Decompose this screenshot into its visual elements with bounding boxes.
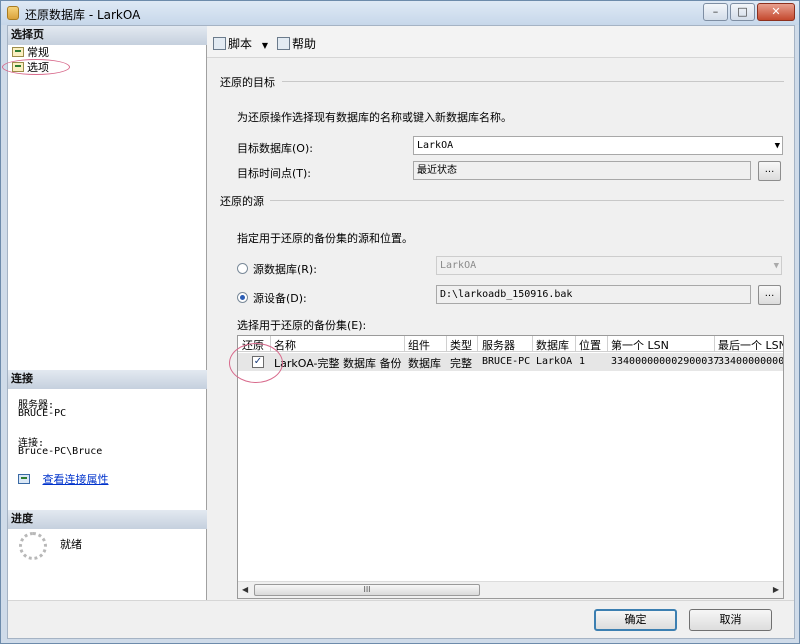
target-db-dropdown[interactable]: LarkOA ▼	[413, 136, 783, 155]
scroll-right-icon[interactable]: ▶	[773, 585, 779, 594]
col-header-last-lsn[interactable]: 最后一个 LSN	[718, 337, 783, 353]
button-bar: 确定 取消	[8, 600, 794, 638]
database-icon	[7, 6, 19, 20]
col-separator	[714, 336, 715, 352]
script-button[interactable]: 脚本 ▼	[213, 35, 268, 52]
chevron-down-icon: ▼	[774, 141, 780, 151]
target-time-label: 目标时间点(T):	[237, 167, 312, 180]
property-page-icon	[12, 47, 24, 57]
backup-sets-label: 选择用于还原的备份集(E):	[237, 319, 367, 332]
target-time-field: 最近状态	[413, 161, 751, 180]
connection-header: 连接	[8, 370, 207, 389]
restore-database-window: 还原数据库 - LarkOA – □ ✕ 选择页 常规 选项 连接 服务器: B…	[0, 0, 800, 644]
col-separator	[404, 336, 405, 352]
col-header-component[interactable]: 组件	[408, 337, 430, 353]
progress-status: 就绪	[60, 538, 82, 551]
source-db-label: 源数据库(R):	[253, 263, 317, 276]
source-group-divider	[270, 200, 784, 201]
source-db-radio[interactable]	[237, 263, 248, 274]
source-device-radio[interactable]	[237, 292, 248, 303]
cancel-button[interactable]: 取消	[689, 609, 772, 631]
progress-spinner-icon	[19, 532, 47, 560]
source-db-dropdown[interactable]: LarkOA ▼	[436, 256, 782, 275]
view-connection-link[interactable]: 查看连接属性	[43, 473, 109, 486]
server-value: BRUCE-PC	[18, 408, 67, 419]
target-group-divider	[282, 81, 784, 82]
cell-component: 数据库	[408, 357, 441, 370]
toolbar: 脚本 ▼ 帮助	[207, 26, 794, 58]
close-button[interactable]: ✕	[757, 3, 795, 21]
cell-last-lsn: 334000000004	[718, 356, 784, 367]
connection-value: Bruce-PC\Bruce	[18, 446, 103, 457]
source-db-value: LarkOA	[440, 260, 477, 271]
col-separator	[532, 336, 533, 352]
script-label: 脚本	[228, 37, 253, 51]
left-pane: 选择页 常规 选项 连接 服务器: BRUCE-PC 连接: Bruce-PC\…	[2, 26, 207, 600]
col-header-database[interactable]: 数据库	[536, 337, 569, 353]
scrollbar-thumb[interactable]: III	[254, 584, 480, 596]
chevron-down-icon[interactable]: ▼	[262, 41, 268, 50]
cell-type: 完整	[450, 357, 472, 370]
cell-name: LarkOA-完整 数据库 备份	[274, 357, 402, 370]
dialog-client: 选择页 常规 选项 连接 服务器: BRUCE-PC 连接: Bruce-PC\…	[2, 25, 795, 639]
progress-header: 进度	[8, 510, 207, 529]
col-header-type[interactable]: 类型	[450, 337, 472, 353]
help-button[interactable]: 帮助	[277, 35, 316, 52]
target-group-label: 还原的目标	[220, 76, 275, 89]
maximize-button[interactable]: □	[730, 3, 755, 21]
title-bar[interactable]: 还原数据库 - LarkOA – □ ✕	[1, 1, 799, 25]
right-pane: 脚本 ▼ 帮助 还原的目标 为还原操作选择现有数据库的名称或键入新数据库名称。 …	[207, 26, 794, 600]
col-header-server[interactable]: 服务器	[482, 337, 515, 353]
cell-server: BRUCE-PC	[482, 356, 531, 367]
horizontal-scrollbar[interactable]: ◀ III ▶	[238, 581, 783, 598]
ok-button[interactable]: 确定	[594, 609, 677, 631]
cell-first-lsn: 334000000002900037	[611, 356, 720, 367]
cell-database: LarkOA	[536, 356, 573, 367]
col-separator	[607, 336, 608, 352]
window-title: 还原数据库 - LarkOA	[25, 8, 141, 22]
minimize-button[interactable]: –	[703, 3, 728, 21]
scroll-left-icon[interactable]: ◀	[242, 585, 248, 594]
col-separator	[477, 336, 478, 352]
view-connection-properties[interactable]: 查看连接属性	[18, 471, 109, 487]
grid-header: 还原 名称 组件 类型 服务器 数据库 位置 第一个 LSN 最后一个 LSN	[238, 336, 783, 352]
annotation-oval-options	[2, 59, 70, 75]
col-separator	[575, 336, 576, 352]
target-description: 为还原操作选择现有数据库的名称或键入新数据库名称。	[237, 111, 512, 124]
source-device-browse-button[interactable]: ...	[758, 285, 781, 305]
col-header-first-lsn[interactable]: 第一个 LSN	[611, 337, 669, 353]
source-device-label: 源设备(D):	[253, 292, 307, 305]
chevron-down-icon: ▼	[773, 261, 779, 271]
col-header-position[interactable]: 位置	[579, 337, 601, 353]
help-icon	[277, 37, 290, 50]
target-db-value: LarkOA	[417, 140, 454, 151]
source-group-label: 还原的源	[220, 195, 264, 208]
select-page-header: 选择页	[8, 26, 207, 45]
cell-position: 1	[579, 356, 586, 367]
source-device-field: D:\larkoadb_150916.bak	[436, 285, 751, 304]
connection-properties-icon	[18, 474, 30, 484]
target-db-label: 目标数据库(O):	[237, 142, 313, 155]
page-item-general-label: 常规	[27, 46, 49, 59]
page-item-general[interactable]: 常规	[12, 46, 49, 60]
script-icon	[213, 37, 226, 50]
help-label: 帮助	[292, 37, 317, 51]
table-row[interactable]: ✓ LarkOA-完整 数据库 备份 数据库 完整 BRUCE-PC LarkO…	[238, 353, 783, 371]
backup-sets-grid[interactable]: 还原 名称 组件 类型 服务器 数据库 位置 第一个 LSN 最后一个 LSN …	[237, 335, 784, 599]
col-separator	[446, 336, 447, 352]
annotation-oval-checkbox	[229, 343, 283, 383]
target-time-browse-button[interactable]: ...	[758, 161, 781, 181]
source-description: 指定用于还原的备份集的源和位置。	[237, 232, 413, 245]
